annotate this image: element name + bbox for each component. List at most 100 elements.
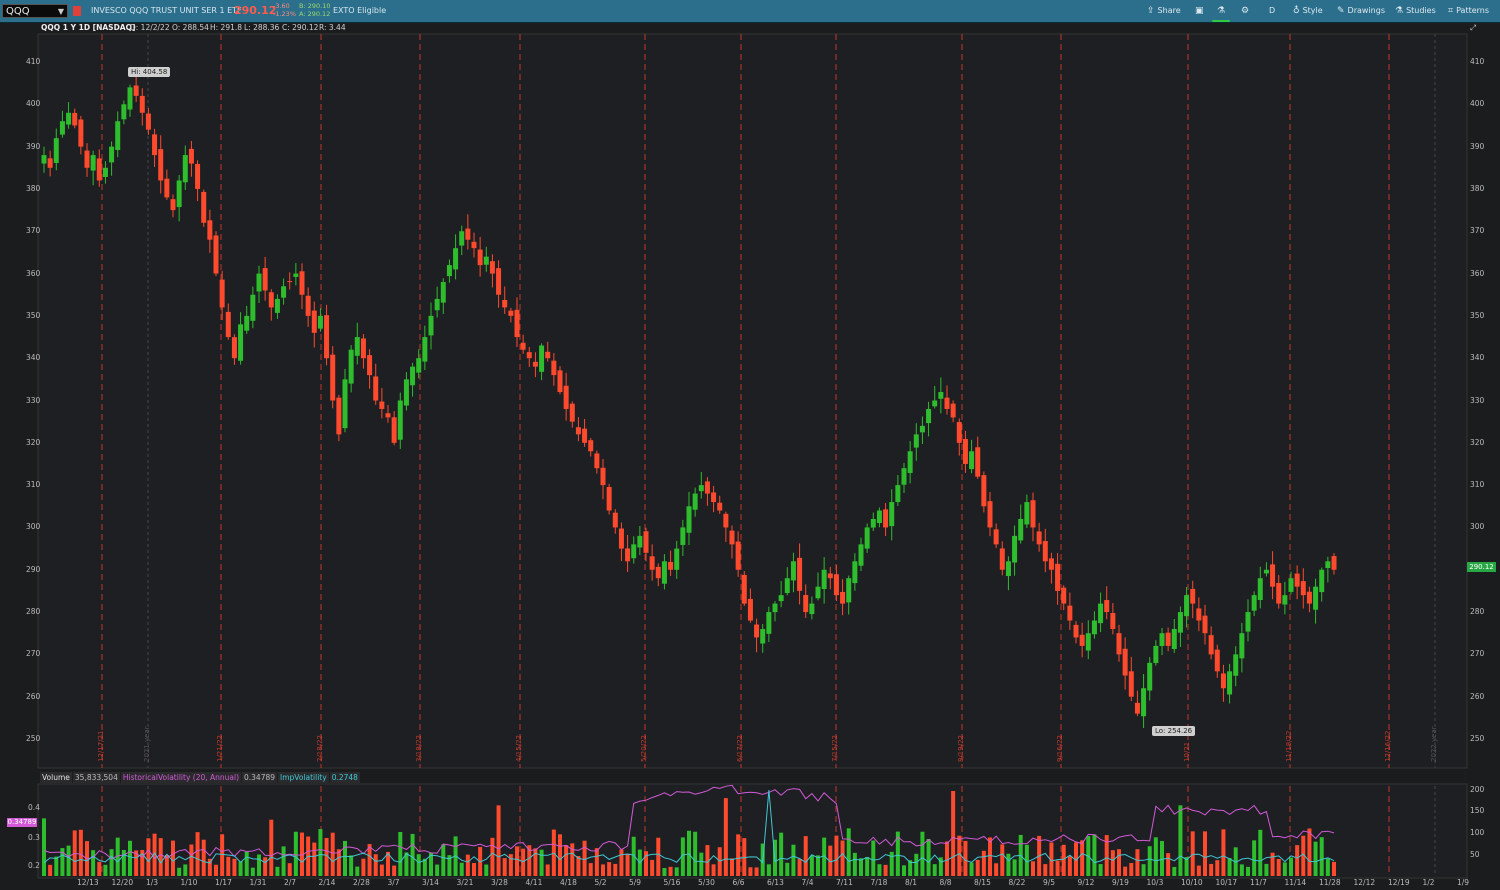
candle-body [483,256,489,265]
candle-body [987,501,993,528]
volume-bar [687,830,691,876]
volume-bar [748,867,753,876]
volume-bar [1117,849,1121,876]
volume-bar [871,840,876,876]
candle-body [827,573,833,579]
volume-bar [257,854,261,876]
candle-body [1055,563,1061,591]
volume-bar [1196,865,1201,876]
candle-body [1024,502,1030,525]
volume-bar [1043,864,1048,876]
candle-body [348,349,354,384]
date-tick-label: 12/12 [1353,878,1376,887]
date-tick-label: 3/14 [422,878,439,887]
price-tick-label: 350 [1470,310,1485,320]
date-tick-label: 8/8 [939,878,952,887]
volume-bar [1215,860,1220,876]
volume-bar [846,828,851,876]
candle-body [698,485,704,492]
candle-body [993,529,999,545]
volume-bar [1135,849,1140,876]
candle-body [582,428,588,443]
candle-body [778,595,784,602]
volume-bar [1203,831,1207,876]
volume-bar [1307,828,1312,876]
volume-bar [318,829,323,876]
candle-body [465,228,471,240]
volume-tick-label: 150 [1470,806,1485,815]
candle-body [735,541,741,570]
candle-body [336,397,342,435]
candle-body [1245,612,1251,632]
candle-body [907,451,913,473]
candle-body [1048,558,1054,570]
volume-bar [613,863,618,876]
volume-bar [816,855,820,876]
volume-bar [250,867,255,876]
volume-bar [951,791,956,876]
candle-body [661,561,667,584]
iv-label[interactable]: ImpVolatility [278,772,329,783]
volume-bar [1319,837,1324,876]
volume-label[interactable]: Volume [40,772,72,783]
candle-body [188,148,194,164]
volume-bar [533,848,538,876]
candle-body [815,586,821,599]
candle-body [1282,595,1288,605]
candle-body [883,509,889,528]
candle-body [1147,662,1153,691]
volume-bar [717,847,722,876]
candle-body [1208,635,1214,655]
candle-body [864,527,870,549]
candle-body [397,400,403,440]
volume-bar [269,819,274,876]
volume-bar [1190,831,1195,876]
candle-body [1196,608,1202,621]
volume-bar [1006,853,1011,876]
candle-body [772,603,778,613]
volume-bar [723,798,728,876]
date-tick-label: 11/14 [1284,878,1307,887]
volume-bar [1147,846,1152,876]
candle-body [53,138,59,163]
volume-bar [981,850,986,876]
candle-body [1067,605,1073,621]
candle-body [1184,595,1190,617]
candle-body [932,400,938,407]
volume-bar [201,839,206,876]
volume-bar [109,849,114,876]
volume-tick-label: 50 [1470,850,1480,859]
expiration-label: 5/20/22 [640,735,648,762]
candle-body [207,220,213,240]
candle-body [668,561,674,570]
candle-body [434,298,440,311]
candle-body [1134,702,1140,714]
expiration-label: 8/19/22 [957,735,965,762]
candle-body [969,451,975,470]
candle-body [649,556,655,570]
volume-bar [803,836,808,876]
candle-body [919,425,925,433]
date-tick-label: 5/9 [629,878,642,887]
price-tick-label: 270 [26,649,41,659]
volume-bar [1178,805,1183,876]
candle-body [1030,500,1036,528]
price-tick-label: 280 [1470,607,1485,617]
candle-body [274,298,280,313]
candle-body [1110,613,1116,629]
date-tick-label: 12/13 [77,878,99,887]
price-chart[interactable] [0,0,1500,890]
date-tick-label: 5/16 [663,878,681,887]
volume-bar [195,832,200,876]
candle-body [1159,633,1165,647]
hv-value-tag: 0.34789 [7,818,37,827]
candle-body [711,492,717,503]
hv-label[interactable]: HistoricalVolatility (20, Annual) [120,772,241,783]
volume-bar [490,837,495,876]
date-tick-label: 7/18 [870,878,888,887]
volume-bar [287,863,292,876]
volume-bar [472,863,476,876]
candle-body [575,427,581,435]
expiration-label: 2021 year [143,726,151,762]
candle-body [324,315,330,359]
